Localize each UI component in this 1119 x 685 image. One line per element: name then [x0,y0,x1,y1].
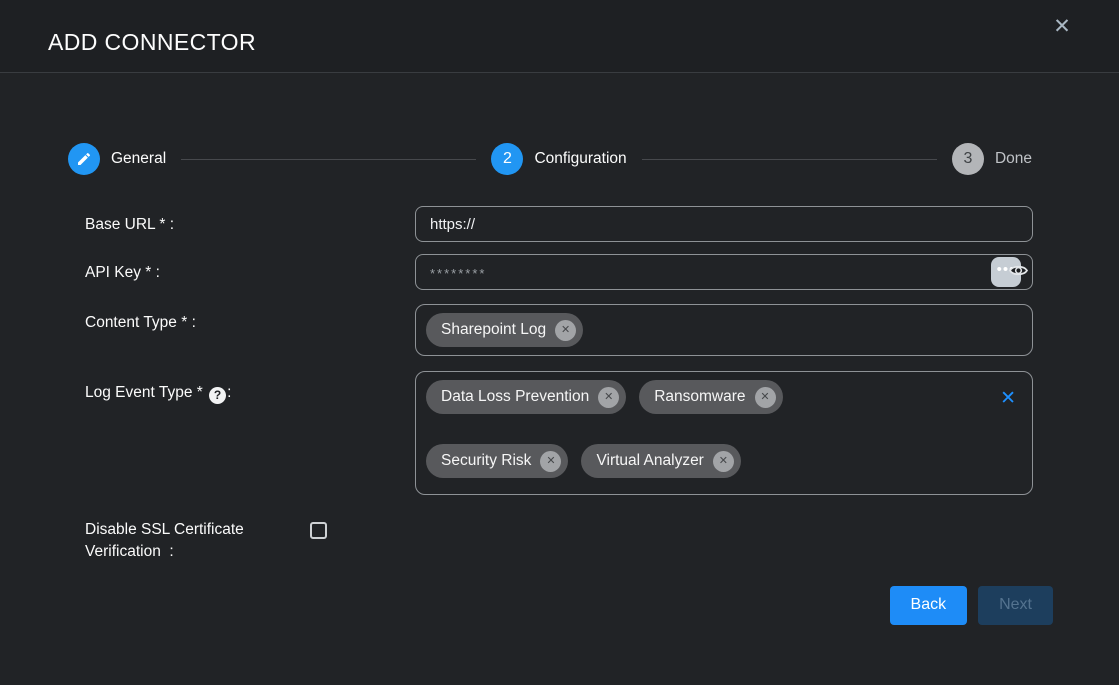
stepper-connector-line [642,159,937,160]
step-done: 3 Done [952,143,1032,175]
step-general-label: General [111,150,166,168]
chip-data-loss-prevention: Data Loss Prevention ✕ [426,380,626,414]
eye-icon [1008,262,1029,282]
step-3-badge: 3 [952,143,984,175]
chip-virtual-analyzer: Virtual Analyzer ✕ [581,444,740,478]
chip-sharepoint-log: Sharepoint Log ✕ [426,313,583,347]
clear-all-icon[interactable]: ✕ [1000,387,1016,410]
log-event-type-label: Log Event Type * ?: [85,371,415,404]
chip-remove-icon[interactable]: ✕ [598,387,619,408]
content-type-select[interactable]: Sharepoint Log ✕ [415,304,1033,356]
step-2-badge: 2 [491,143,523,175]
dialog-footer: Back Next [0,586,1053,625]
configuration-form: Base URL * : API Key * : ••• [85,206,1033,564]
log-event-type-row: Log Event Type * ?: Data Loss Prevention… [85,371,1033,495]
help-icon[interactable]: ? [209,387,226,404]
chip-security-risk: Security Risk ✕ [426,444,568,478]
api-key-row: API Key * : ••• [85,254,1033,290]
chip-remove-icon[interactable]: ✕ [555,320,576,341]
ssl-verification-row: Disable SSL Certificate Verification : [85,519,1033,564]
next-button[interactable]: Next [978,586,1053,625]
content-type-label: Content Type * : [85,304,415,334]
ssl-verification-label: Disable SSL Certificate Verification : [85,519,310,564]
step-configuration[interactable]: 2 Configuration [491,143,626,175]
ssl-verification-checkbox[interactable] [310,522,327,539]
back-button[interactable]: Back [890,586,968,625]
dialog-header: ADD CONNECTOR ✕ [0,0,1119,73]
pencil-icon [68,143,100,175]
chip-ransomware: Ransomware ✕ [639,380,782,414]
step-done-label: Done [995,150,1032,168]
base-url-input[interactable] [415,206,1033,242]
stepper-connector-line [181,159,476,160]
log-event-type-select[interactable]: Data Loss Prevention ✕ Ransomware ✕ Secu… [415,371,1033,495]
chip-remove-icon[interactable]: ✕ [713,451,734,472]
base-url-label: Base URL * : [85,206,415,236]
step-general[interactable]: General [68,143,166,175]
base-url-row: Base URL * : [85,206,1033,242]
wizard-stepper: General 2 Configuration 3 Done [68,141,1032,177]
api-key-input[interactable] [415,254,1033,290]
content-type-row: Content Type * : Sharepoint Log ✕ [85,304,1033,356]
dialog-title: ADD CONNECTOR [48,29,256,56]
password-reveal-icon[interactable]: ••• [991,257,1029,287]
add-connector-dialog: ADD CONNECTOR ✕ General 2 Configuration … [0,0,1119,685]
close-icon[interactable]: ✕ [1047,12,1077,42]
api-key-label: API Key * : [85,254,415,284]
chip-remove-icon[interactable]: ✕ [540,451,561,472]
chip-remove-icon[interactable]: ✕ [755,387,776,408]
step-configuration-label: Configuration [534,150,626,168]
